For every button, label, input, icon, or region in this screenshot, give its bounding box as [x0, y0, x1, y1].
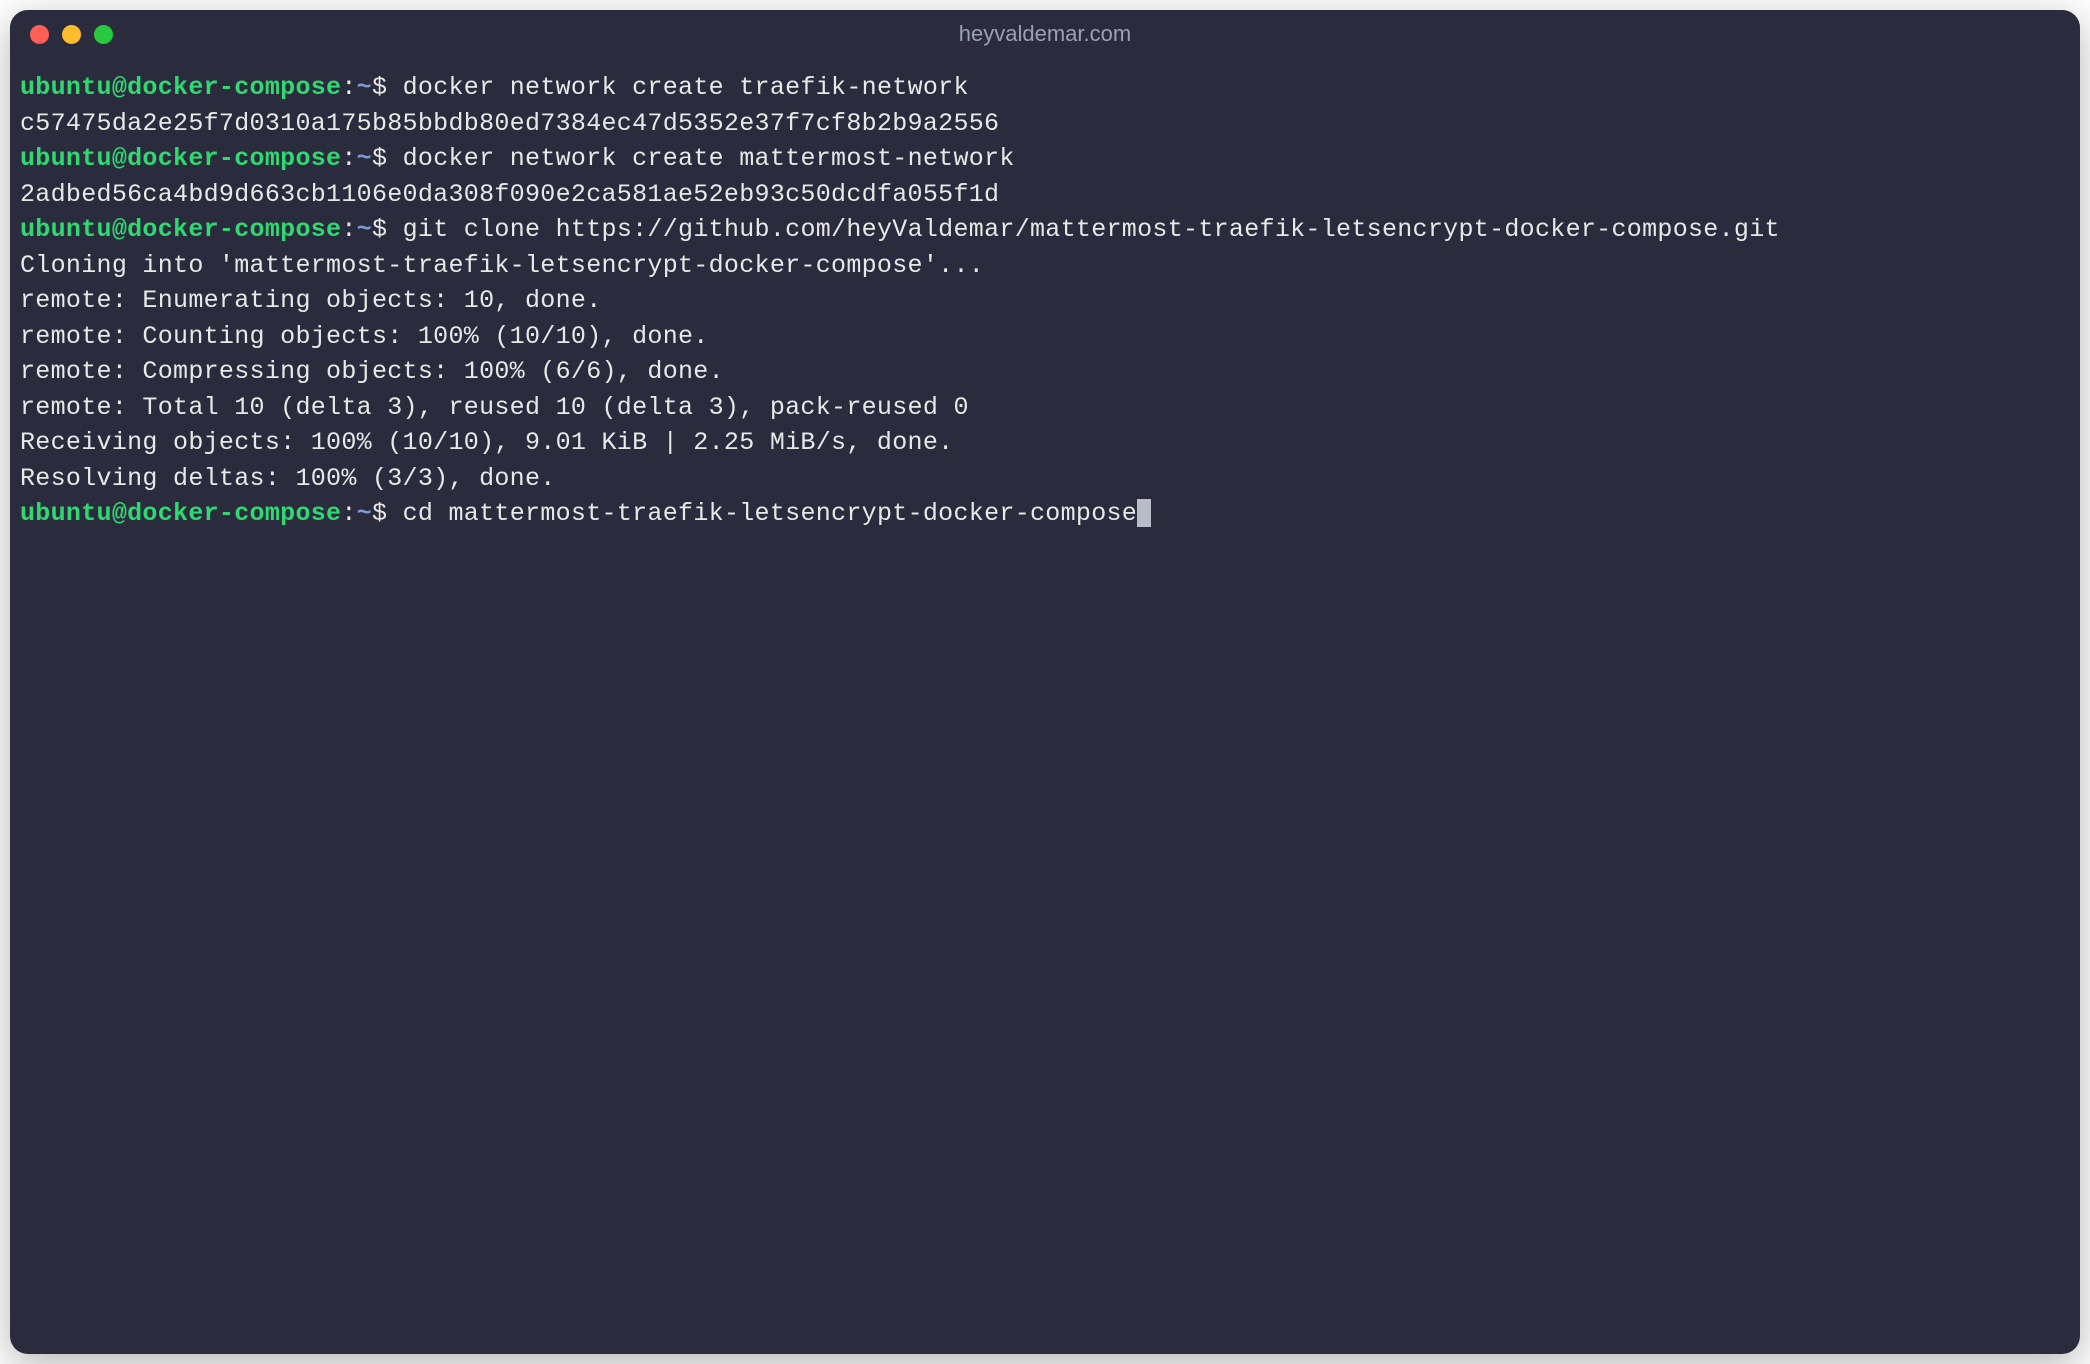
- terminal-line: remote: Enumerating objects: 10, done.: [20, 283, 2070, 319]
- prompt-separator: :: [341, 499, 356, 528]
- close-button[interactable]: [30, 25, 49, 44]
- output-text: remote: Enumerating objects: 10, done.: [20, 286, 602, 315]
- terminal-line: remote: Total 10 (delta 3), reused 10 (d…: [20, 390, 2070, 426]
- window-title: heyvaldemar.com: [959, 21, 1131, 47]
- prompt-symbol: $: [372, 73, 403, 102]
- prompt-path: ~: [357, 144, 372, 173]
- terminal-line: Receiving objects: 100% (10/10), 9.01 Ki…: [20, 425, 2070, 461]
- traffic-lights: [30, 25, 113, 44]
- prompt-path: ~: [357, 215, 372, 244]
- prompt-symbol: $: [372, 215, 403, 244]
- minimize-button[interactable]: [62, 25, 81, 44]
- command-text: docker network create mattermost-network: [403, 144, 1015, 173]
- terminal-line: ubuntu@docker-compose:~$ cd mattermost-t…: [20, 496, 2070, 532]
- prompt-separator: :: [341, 215, 356, 244]
- output-text: Receiving objects: 100% (10/10), 9.01 Ki…: [20, 428, 953, 457]
- title-bar: heyvaldemar.com: [10, 10, 2080, 58]
- prompt-symbol: $: [372, 144, 403, 173]
- output-text: Cloning into 'mattermost-traefik-letsenc…: [20, 251, 984, 280]
- prompt-user-host: ubuntu@docker-compose: [20, 499, 341, 528]
- prompt-path: ~: [357, 73, 372, 102]
- prompt-separator: :: [341, 73, 356, 102]
- prompt-path: ~: [357, 499, 372, 528]
- terminal-line: Cloning into 'mattermost-traefik-letsenc…: [20, 248, 2070, 284]
- output-text: Resolving deltas: 100% (3/3), done.: [20, 464, 556, 493]
- prompt-user-host: ubuntu@docker-compose: [20, 215, 341, 244]
- output-text: c57475da2e25f7d0310a175b85bbdb80ed7384ec…: [20, 109, 999, 138]
- maximize-button[interactable]: [94, 25, 113, 44]
- terminal-window: heyvaldemar.com ubuntu@docker-compose:~$…: [10, 10, 2080, 1354]
- terminal-line: ubuntu@docker-compose:~$ docker network …: [20, 141, 2070, 177]
- terminal-line: ubuntu@docker-compose:~$ docker network …: [20, 70, 2070, 106]
- terminal-line: remote: Compressing objects: 100% (6/6),…: [20, 354, 2070, 390]
- prompt-symbol: $: [372, 499, 403, 528]
- output-text: 2adbed56ca4bd9d663cb1106e0da308f090e2ca5…: [20, 180, 999, 209]
- output-text: remote: Compressing objects: 100% (6/6),…: [20, 357, 724, 386]
- terminal-line: Resolving deltas: 100% (3/3), done.: [20, 461, 2070, 497]
- terminal-line: c57475da2e25f7d0310a175b85bbdb80ed7384ec…: [20, 106, 2070, 142]
- prompt-user-host: ubuntu@docker-compose: [20, 144, 341, 173]
- terminal-line: 2adbed56ca4bd9d663cb1106e0da308f090e2ca5…: [20, 177, 2070, 213]
- terminal-line: ubuntu@docker-compose:~$ git clone https…: [20, 212, 2070, 248]
- cursor: [1137, 499, 1151, 527]
- output-text: remote: Counting objects: 100% (10/10), …: [20, 322, 709, 351]
- command-text: cd mattermost-traefik-letsencrypt-docker…: [403, 499, 1138, 528]
- terminal-body[interactable]: ubuntu@docker-compose:~$ docker network …: [10, 58, 2080, 1354]
- prompt-separator: :: [341, 144, 356, 173]
- command-text: git clone https://github.com/heyValdemar…: [403, 215, 1780, 244]
- command-text: docker network create traefik-network: [403, 73, 969, 102]
- terminal-line: remote: Counting objects: 100% (10/10), …: [20, 319, 2070, 355]
- prompt-user-host: ubuntu@docker-compose: [20, 73, 341, 102]
- output-text: remote: Total 10 (delta 3), reused 10 (d…: [20, 393, 969, 422]
